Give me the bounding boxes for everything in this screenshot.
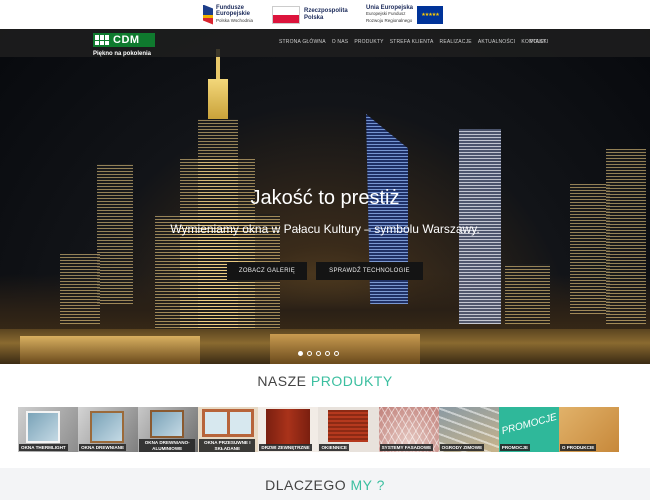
top-navbar: CDM Piękno na pokolenia STRONA GŁÓWNA O … — [0, 29, 650, 57]
product-o-produkcie[interactable]: O PRODUKCIE — [558, 407, 619, 452]
main-nav: STRONA GŁÓWNA O NAS PRODUKTY STREFA KLIE… — [279, 39, 546, 45]
product-ogrody-zimowe[interactable]: OGRODY ZIMOWE — [438, 407, 499, 452]
zobacz-galerie-button[interactable]: ZOBACZ GALERIĘ — [227, 262, 307, 280]
nav-item-produkty[interactable]: PRODUKTY — [354, 39, 383, 45]
slider-dot[interactable] — [316, 351, 321, 356]
nav-item-realizacje[interactable]: REALIZACJE — [440, 39, 472, 45]
cdm-logo[interactable]: CDM — [93, 33, 155, 47]
sprawdz-technologie-button[interactable]: SPRAWDŹ TECHNOLOGIE — [316, 262, 423, 280]
nav-item-strefa-klienta[interactable]: STREFA KLIENTA — [390, 39, 434, 45]
product-systemy-fasadowe[interactable]: SYSTEMY FASADOWE — [378, 407, 439, 452]
unia-europejska-logo: Unia Europejska Europejski Fundusz Rozwo… — [366, 3, 444, 26]
hero-slider: CDM Piękno na pokolenia STRONA GŁÓWNA O … — [0, 29, 650, 364]
product-okna-thermlight[interactable]: OKNA THERMLIGHT — [18, 407, 79, 452]
nav-item-strona-glowna[interactable]: STRONA GŁÓWNA — [279, 39, 326, 45]
language-selector[interactable]: POLSKI — [530, 39, 548, 45]
eu-funding-strip: Fundusze Europejskie Polska Wschodnia Rz… — [0, 0, 650, 29]
nav-item-aktualnosci[interactable]: AKTUALNOŚCI — [478, 39, 516, 45]
eu-flag-icon: ★★★★★ — [417, 5, 444, 24]
nav-item-o-nas[interactable]: O NAS — [332, 39, 349, 45]
product-okna-przesuwne[interactable]: OKNA PRZESUWNE I SKŁADANE — [198, 407, 259, 452]
polish-flag-icon — [272, 5, 300, 24]
hero-title: Jakość to prestiż — [250, 187, 400, 209]
cdm-window-icon — [95, 35, 109, 45]
slider-dots — [298, 351, 339, 356]
product-drzwi-zewnetrzne[interactable]: DRZWI ZEWNĘTRZNE — [258, 407, 319, 452]
slider-dot[interactable] — [325, 351, 330, 356]
fundusze-europejskie-icon — [203, 4, 213, 25]
product-promocje[interactable]: PROMOCJE PROMOCJE — [498, 407, 559, 452]
product-okna-drewniano-aluminiowe[interactable]: OKNA DREWNIANO-ALUMINIOWE — [138, 407, 199, 452]
products-section-title: NASZE PRODUKTY — [257, 373, 393, 389]
rzeczpospolita-polska-logo: Rzeczpospolita Polska — [272, 3, 348, 26]
fundusze-europejskie-logo: Fundusze Europejskie Polska Wschodnia — [203, 3, 253, 26]
slider-dot[interactable] — [334, 351, 339, 356]
tagline: Piękno na pokolenia — [93, 51, 152, 57]
product-okna-drewniane[interactable]: OKNA DREWNIANE — [78, 407, 139, 452]
slider-dot[interactable] — [307, 351, 312, 356]
slider-dot[interactable] — [298, 351, 303, 356]
promocje-overlay-text: PROMOCJE — [500, 411, 558, 438]
products-grid: OKNA THERMLIGHT OKNA DREWNIANE OKNA DREW… — [18, 407, 619, 452]
product-okiennice[interactable]: OKIENNICE — [318, 407, 379, 452]
hero-subtitle: Wymieniamy okna w Pałacu Kultury – symbo… — [170, 222, 480, 236]
why-us-section-title: DLACZEGO MY ? — [265, 477, 385, 493]
